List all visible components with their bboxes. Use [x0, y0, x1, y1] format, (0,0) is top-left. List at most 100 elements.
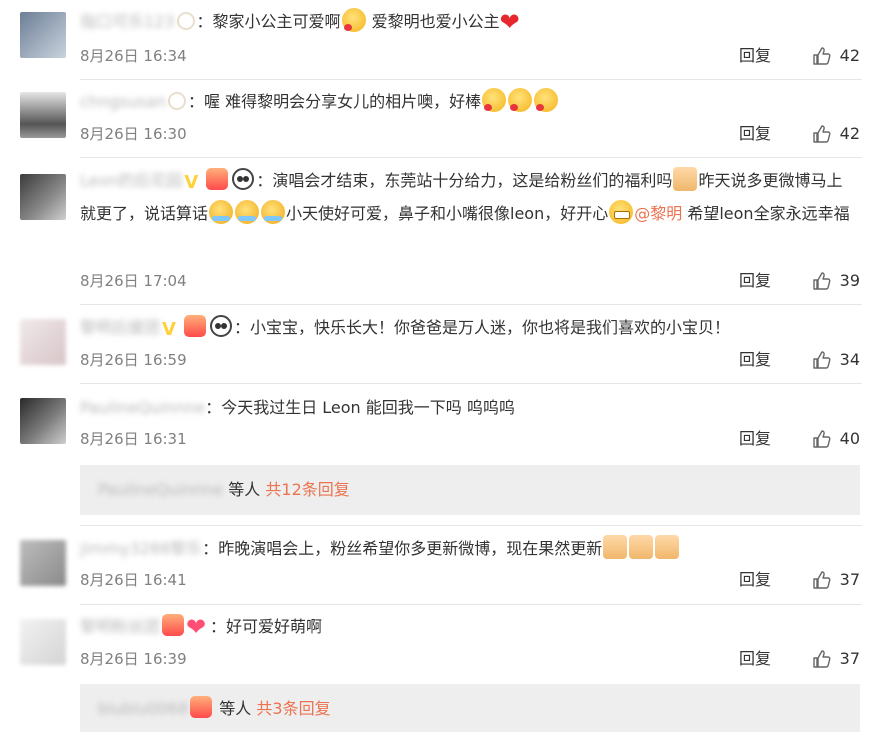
- like-count: 42: [839, 124, 860, 143]
- comment-item: 指口可乐123 ：黎家小公主可爱啊 爱黎明也爱小公主❤ 8月26日 16:34 回…: [0, 0, 872, 80]
- verified-v-icon: V: [184, 172, 199, 193]
- sub-reply-author[interactable]: biubiu0068: [98, 699, 188, 718]
- cry-emoji-icon: [261, 200, 286, 224]
- timestamp: 8月26日 16:31: [80, 430, 187, 448]
- like-button[interactable]: 39: [812, 269, 860, 293]
- like-count: 39: [839, 271, 860, 290]
- comment-text: Leon的后花园 V ：演唱会才结束，东莞站十分给力，这是给粉丝们的福利吗 昨天说多更…: [80, 164, 852, 230]
- comment-text: 黎明粉丝团 ❤ ：好可爱好萌啊: [80, 613, 323, 641]
- thumbs-up-icon: [813, 571, 831, 589]
- sub-reply-author[interactable]: PaulineQuinnne: [98, 480, 223, 499]
- comment-text: 指口可乐123 ：黎家小公主可爱啊 爱黎明也爱小公主❤: [80, 5, 852, 39]
- fan-badge-icon: [184, 315, 207, 337]
- thumbs-up-icon: [813, 125, 831, 143]
- cry-emoji-icon: [209, 200, 234, 224]
- fan-badge-icon: [162, 614, 185, 636]
- panda-badge-icon: [210, 315, 233, 337]
- view-replies-link[interactable]: 共12条回复: [265, 480, 349, 499]
- kiss-emoji-icon: [482, 88, 507, 112]
- comment-meta: 8月26日 17:04 回复 39: [80, 269, 860, 293]
- avatar[interactable]: [20, 398, 66, 444]
- timestamp: 8月26日 16:30: [80, 125, 187, 143]
- reply-button[interactable]: 回复: [739, 44, 771, 68]
- comment-item: 黎明粉丝团 ❤ ：好可爱好萌啊 8月26日 16:39 回复 37 biubiu00…: [0, 605, 872, 732]
- fan-badge-icon: [206, 168, 229, 190]
- thumbs-up-emoji-icon: [603, 535, 628, 559]
- comment-meta: 8月26日 16:31 回复 40: [80, 427, 860, 451]
- like-count: 37: [839, 649, 860, 668]
- reply-button[interactable]: 回复: [739, 568, 771, 592]
- thumbs-up-icon: [813, 272, 831, 290]
- thumbs-up-icon: [813, 430, 831, 448]
- fan-badge-icon: [190, 696, 213, 718]
- kiss-emoji-icon: [534, 88, 559, 112]
- heart-badge-icon: ❤: [186, 613, 207, 641]
- comment-author[interactable]: 黎明粉丝团: [80, 617, 160, 636]
- heart-icon: ❤: [499, 8, 520, 36]
- like-button[interactable]: 42: [812, 122, 860, 146]
- thumbs-up-icon: [813, 650, 831, 668]
- reply-button[interactable]: 回复: [739, 348, 771, 372]
- cry-emoji-icon: [235, 200, 260, 224]
- comment-item: chngsusan ：喔 难得黎明会分享女儿的相片噢，好棒 8月26日 16:30…: [0, 80, 872, 158]
- like-button[interactable]: 34: [812, 348, 860, 372]
- like-count: 37: [839, 570, 860, 589]
- avatar[interactable]: [20, 92, 66, 138]
- avatar[interactable]: [20, 12, 66, 58]
- like-count: 34: [839, 350, 860, 369]
- thumbs-up-emoji-icon: [655, 535, 680, 559]
- comment-item: Leon的后花园 V ：演唱会才结束，东莞站十分给力，这是给粉丝们的福利吗 昨天说多更…: [0, 158, 872, 305]
- comment-item: jimmy3288黎乐：昨晚演唱会上，粉丝希望你多更新微博，现在果然更新 8月2…: [0, 526, 872, 605]
- comment-author[interactable]: 黎明后援团: [80, 318, 160, 337]
- avatar[interactable]: [20, 174, 66, 220]
- grin-emoji-icon: [609, 200, 634, 224]
- reply-button[interactable]: 回复: [739, 647, 771, 671]
- comment-text: 黎明后援团 V ：小宝宝，快乐长大！你爸爸是万人迷，你也将是我们喜欢的小宝贝！: [80, 311, 852, 345]
- comment-author[interactable]: 指口可乐123: [80, 12, 175, 31]
- reply-button[interactable]: 回复: [739, 269, 771, 293]
- comment-meta: 8月26日 16:30 回复 42: [80, 122, 860, 146]
- reply-button[interactable]: 回复: [739, 427, 771, 451]
- comment-item: PaulineQuinnne：今天我过生日 Leon 能回我一下吗 呜呜呜 8月…: [0, 384, 872, 526]
- sub-reply-summary[interactable]: biubiu0068 等人 共3条回复: [80, 684, 860, 732]
- kiss-emoji-icon: [508, 88, 533, 112]
- timestamp: 8月26日 16:34: [80, 47, 187, 65]
- panda-badge-icon: [232, 168, 255, 190]
- verified-v-icon: V: [162, 319, 176, 340]
- comment-author[interactable]: chngsusan: [80, 92, 166, 111]
- avatar[interactable]: [20, 619, 66, 665]
- kiss-emoji-icon: [341, 8, 366, 32]
- comment-text: chngsusan ：喔 难得黎明会分享女儿的相片噢，好棒: [80, 85, 852, 119]
- member-badge-icon: [168, 92, 186, 110]
- timestamp: 8月26日 16:59: [80, 351, 187, 369]
- sub-reply-summary[interactable]: PaulineQuinnne 等人 共12条回复: [80, 465, 860, 515]
- mention-link[interactable]: @黎明: [634, 204, 682, 223]
- avatar[interactable]: [20, 540, 66, 586]
- like-button[interactable]: 42: [812, 44, 860, 68]
- like-count: 42: [839, 46, 860, 65]
- comment-text: jimmy3288黎乐：昨晚演唱会上，粉丝希望你多更新微博，现在果然更新: [80, 532, 852, 566]
- comment-meta: 8月26日 16:41 回复 37: [80, 568, 860, 592]
- avatar[interactable]: [20, 319, 66, 365]
- reply-button[interactable]: 回复: [739, 122, 771, 146]
- timestamp: 8月26日 16:41: [80, 571, 187, 589]
- view-replies-link[interactable]: 共3条回复: [256, 699, 330, 718]
- thumbs-up-emoji-icon: [673, 167, 698, 191]
- thumbs-up-icon: [813, 47, 831, 65]
- like-button[interactable]: 40: [812, 427, 860, 451]
- member-badge-icon: [176, 12, 195, 30]
- comment-item: 黎明后援团 V ：小宝宝，快乐长大！你爸爸是万人迷，你也将是我们喜欢的小宝贝！ 8月…: [0, 305, 872, 384]
- thumbs-up-icon: [813, 351, 831, 369]
- thumbs-up-emoji-icon: [629, 535, 654, 559]
- timestamp: 8月26日 16:39: [80, 650, 187, 668]
- like-button[interactable]: 37: [812, 568, 860, 592]
- comment-meta: 8月26日 16:59 回复 34: [80, 348, 860, 372]
- comment-author[interactable]: Leon的后花园: [80, 171, 182, 190]
- comment-author[interactable]: PaulineQuinnne: [80, 398, 205, 417]
- comment-meta: 8月26日 16:34 回复 42: [80, 44, 860, 68]
- like-count: 40: [839, 429, 860, 448]
- like-button[interactable]: 37: [812, 647, 860, 671]
- comment-author[interactable]: jimmy3288黎乐: [80, 539, 202, 558]
- timestamp: 8月26日 17:04: [80, 272, 187, 290]
- comment-meta: 8月26日 16:39 回复 37: [80, 647, 860, 671]
